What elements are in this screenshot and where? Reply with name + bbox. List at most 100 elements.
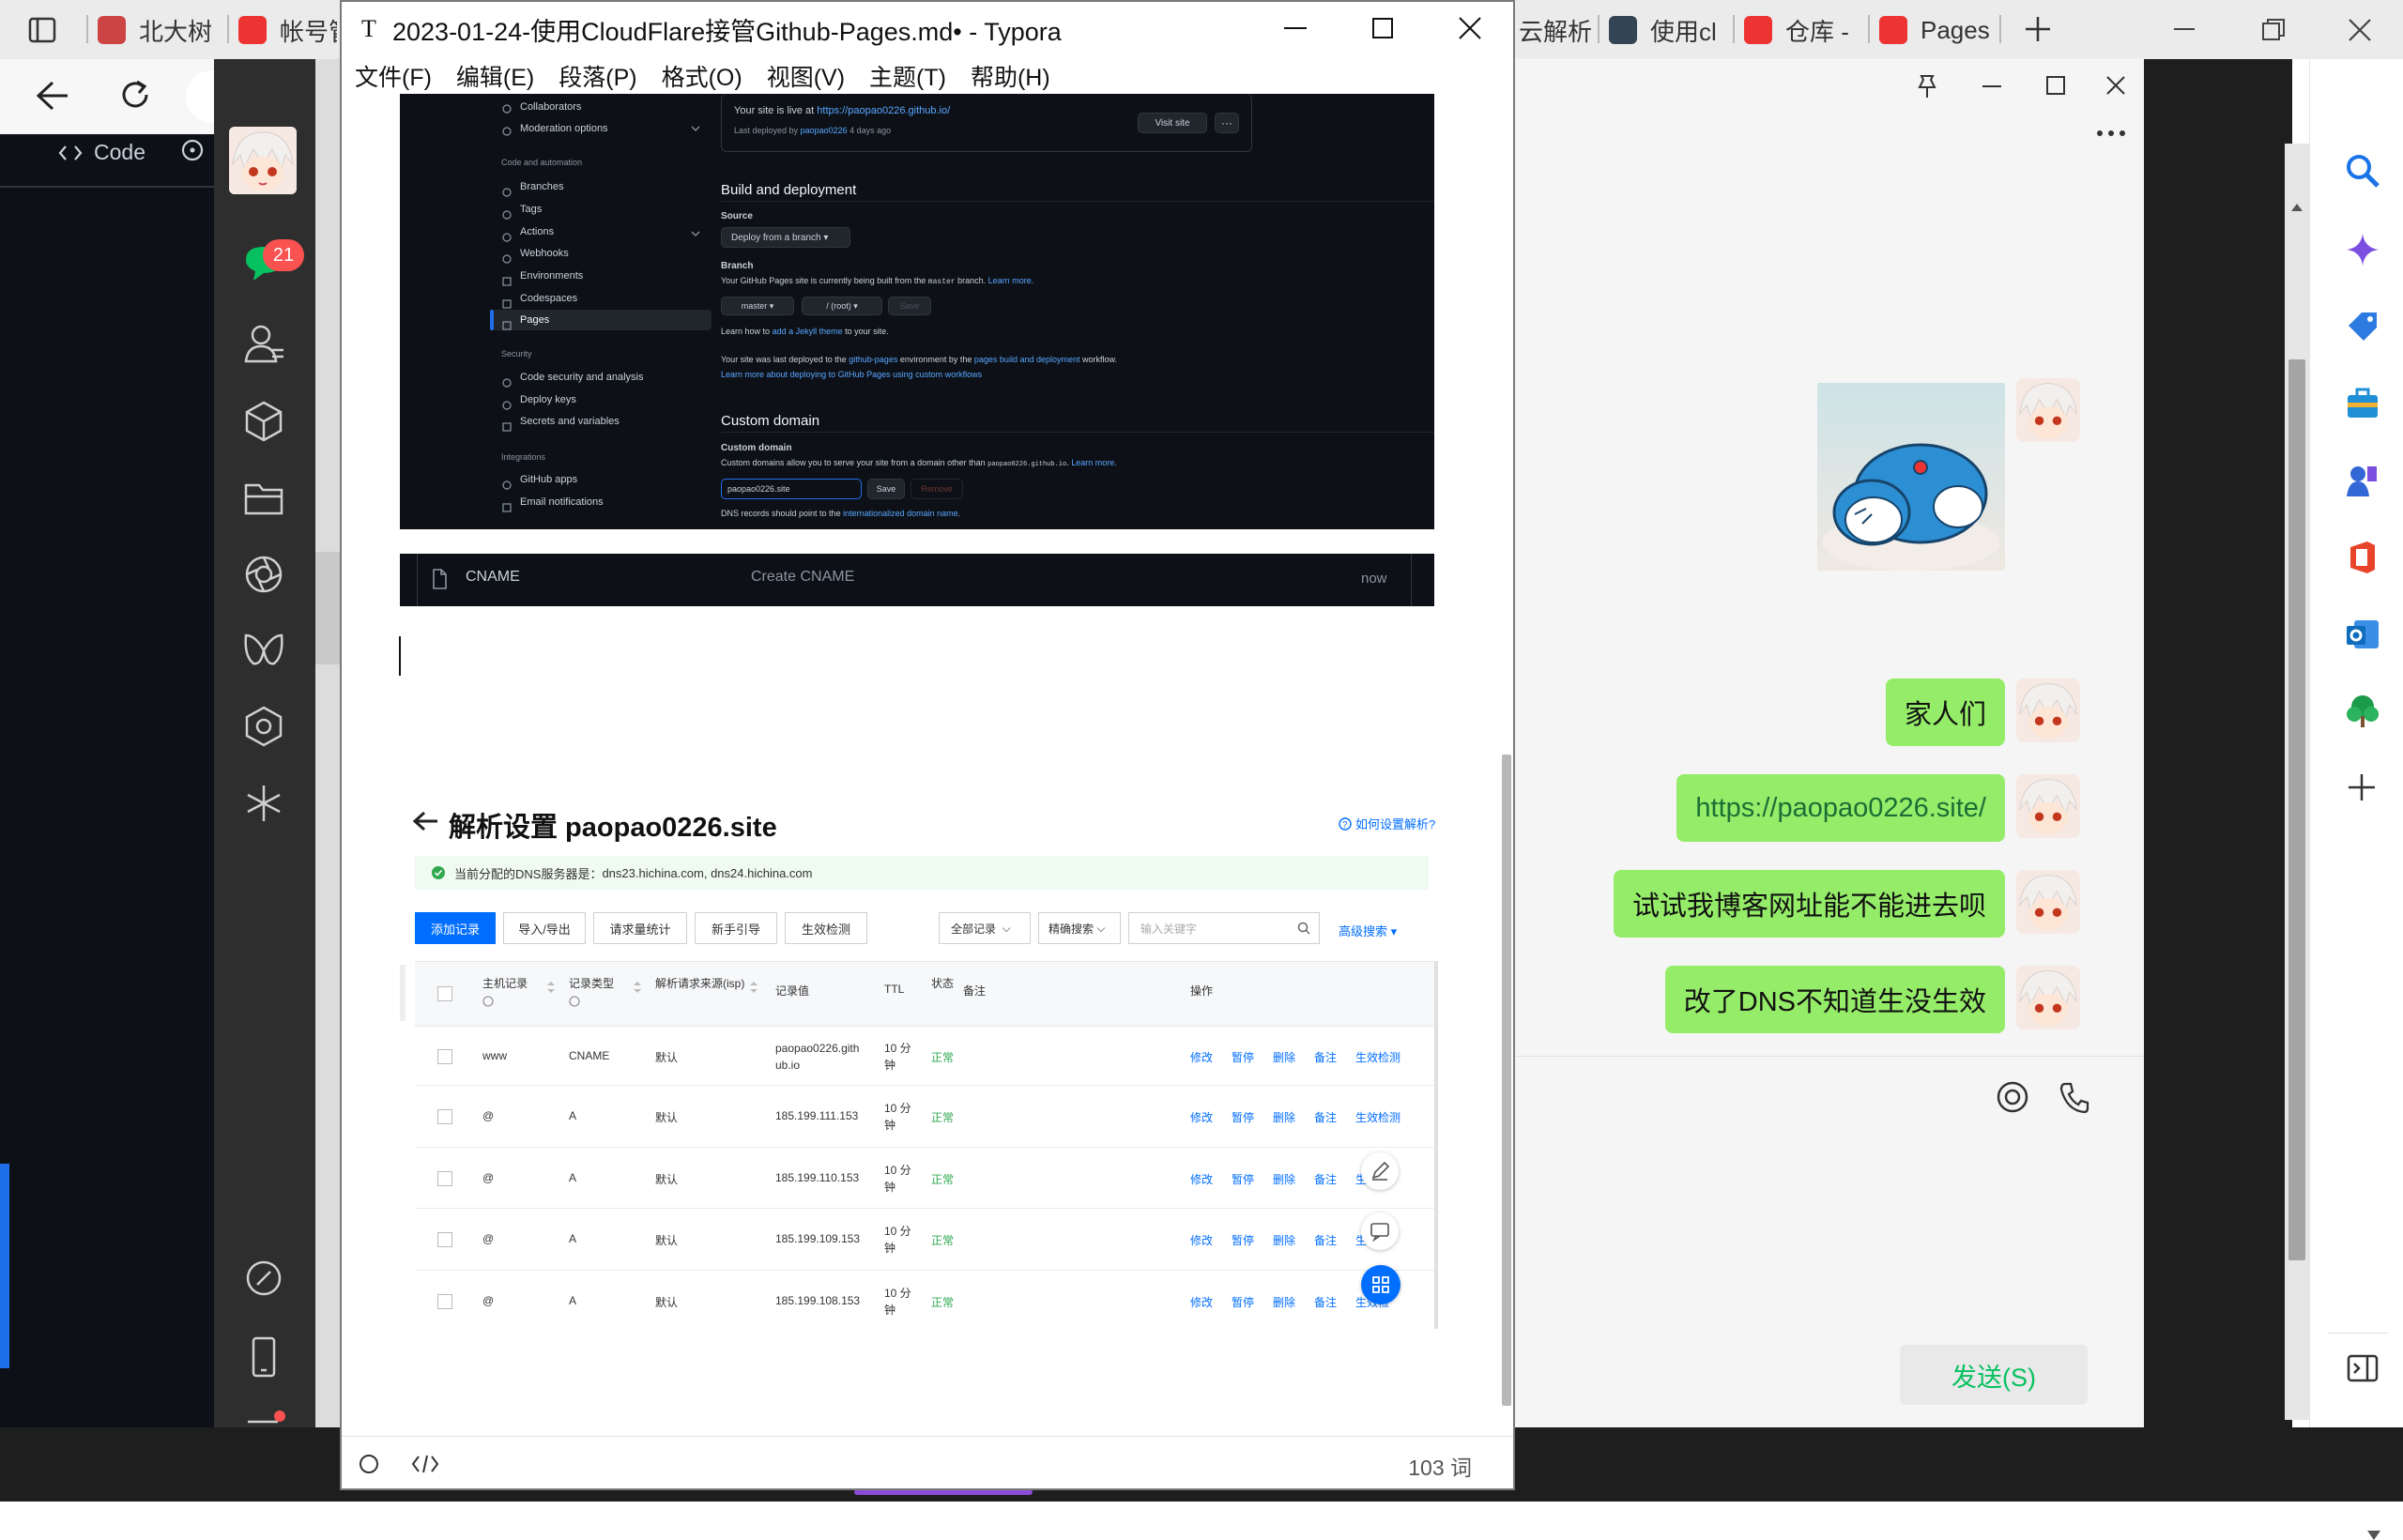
avatar[interactable] [229,127,297,194]
maximize-icon[interactable] [2046,76,2065,95]
close-icon[interactable] [2106,76,2125,95]
action-remark-link: 备注 [1314,1111,1338,1124]
commit-file-name: CNAME [466,569,520,585]
tab-favicon-icon [1609,16,1637,44]
drop-tree-icon[interactable] [2345,694,2380,729]
browser-tab[interactable]: 云解析 [1519,8,1594,53]
tools-briefcase-icon[interactable] [2345,386,2380,421]
browser-tab[interactable]: Pages [1879,8,1992,53]
cell-type: CNAME [569,1049,610,1062]
channels-icon[interactable] [242,628,285,671]
sidebar-toggle-icon[interactable] [359,1454,379,1474]
close-icon[interactable] [2349,19,2371,41]
cell-status: 正常 [931,1051,955,1064]
col-value: 记录值 [775,984,810,998]
address-field[interactable] [186,70,214,123]
link-icon[interactable] [242,1257,285,1300]
send-button[interactable]: 发送(S) [1900,1345,2088,1405]
favorites-cube-icon[interactable] [242,399,285,442]
menu-theme[interactable]: 主题(T) [869,59,946,93]
avatar[interactable] [2016,679,2080,742]
chat-message-bubble[interactable]: 改了DNS不知道生没生效 [1664,966,2005,1033]
contacts-icon[interactable] [242,322,285,365]
back-icon[interactable] [36,80,69,112]
gh-sidebar-item: Branches [520,181,564,192]
page-scrollbar[interactable] [2285,144,2309,1420]
minimize-icon[interactable] [2174,28,2195,32]
browser-tab[interactable]: 帐号管 [238,8,337,53]
cell-line: 默认 [655,1173,679,1186]
avatar[interactable] [2016,966,2080,1029]
menu-help[interactable]: 帮助(H) [971,59,1050,93]
typora-status-bar: 103 词 [342,1436,1513,1488]
office-icon[interactable] [2345,540,2380,575]
typora-scrollbar[interactable] [1500,96,1513,1436]
minimize-icon[interactable] [1284,27,1307,30]
call-icon[interactable] [2058,1080,2091,1114]
browser-tab[interactable]: 使用cl [1609,8,1729,53]
cell-host: @ [482,1109,495,1122]
browser-tab[interactable]: 仓库 - [1744,8,1875,53]
typora-document[interactable]: Collaborators Moderation options Code an… [342,94,1513,1434]
action-delete-link: 删除 [1273,1051,1296,1064]
games-icon[interactable] [2345,463,2380,498]
menu-view[interactable]: 视图(V) [767,59,845,93]
menu-edit[interactable]: 编辑(E) [456,59,534,93]
close-icon[interactable] [1459,17,1481,39]
voice-record-icon[interactable] [1996,1080,2029,1114]
maximize-icon[interactable] [1372,18,1393,38]
floating-apps-icon [1361,1265,1400,1304]
action-pause-link: 暂停 [1232,1296,1255,1309]
mini-programs-icon[interactable] [242,705,285,748]
chat-message-link[interactable]: https://paopao0226.site/ [1676,774,2005,842]
gh-source-label: Source [721,211,753,221]
table-row: @ A 默认 185.199.109.153 10 分钟 正常 修改 暂停 删除… [415,1210,1438,1271]
chat-more-icon[interactable] [2097,130,2125,136]
tab-title: 仓库 - [1785,17,1849,46]
new-tab-icon[interactable] [2024,15,2052,43]
minimize-icon[interactable] [1982,85,2001,88]
doraemon-sticker-image[interactable] [1817,383,2005,571]
copilot-sparkle-icon[interactable] [2345,232,2380,267]
pin-icon[interactable] [1917,74,1937,99]
avatar[interactable] [2016,870,2080,934]
search-icon[interactable] [2345,153,2380,189]
browser-tab[interactable]: 北大树 [98,8,220,53]
search-discover-icon[interactable] [242,782,285,825]
moments-icon[interactable] [242,553,285,596]
gh-deployed-when: 4 days ago [849,126,892,135]
restore-icon[interactable] [2262,19,2285,41]
dns-check-button: 生效检测 [785,912,867,944]
issues-icon[interactable] [180,138,205,162]
scroll-down-arrow-icon[interactable] [2367,1531,2380,1540]
gh-remove-button: Remove [911,479,963,499]
row-checkbox [437,1049,452,1064]
folder-icon[interactable] [242,476,285,519]
action-check-link: 生效检测 [1355,1051,1401,1064]
cell-line: 默认 [655,1051,679,1064]
action-edit-link: 修改 [1190,1111,1214,1124]
row-checkbox [437,1294,452,1309]
gh-sidebar-item-active: Pages [520,314,550,326]
gh-folder-select: / (root) ▾ [802,297,882,315]
dns-table-header: 主机记录 记录类型 解析请求来源(isp) 记录值 TTL 状态 备注 操作 [415,961,1438,1027]
chat-message-bubble[interactable]: 试试我博客网址能不能进去呗 [1613,870,2005,938]
add-sidebar-app-icon[interactable] [2347,772,2377,802]
refresh-icon[interactable] [118,78,152,112]
hide-sidebar-icon[interactable] [2347,1354,2379,1382]
chat-message-bubble[interactable]: 家人们 [1885,679,2005,746]
menu-format[interactable]: 格式(O) [662,59,742,93]
avatar[interactable] [2016,378,2080,442]
phone-icon[interactable] [242,1335,285,1379]
dns-help-link: ? 如何设置解析? [1339,815,1435,832]
word-count[interactable]: 103 词 [1408,1450,1472,1482]
shopping-tag-icon[interactable] [2345,309,2380,344]
tab-code[interactable]: Code [58,140,145,165]
menu-file[interactable]: 文件(F) [355,59,432,93]
menu-paragraph[interactable]: 段落(P) [559,59,636,93]
action-edit-link: 修改 [1190,1234,1214,1247]
tab-actions-icon[interactable] [28,17,56,43]
source-mode-icon[interactable] [411,1454,439,1474]
outlook-icon[interactable] [2345,617,2380,652]
avatar[interactable] [2016,774,2080,838]
